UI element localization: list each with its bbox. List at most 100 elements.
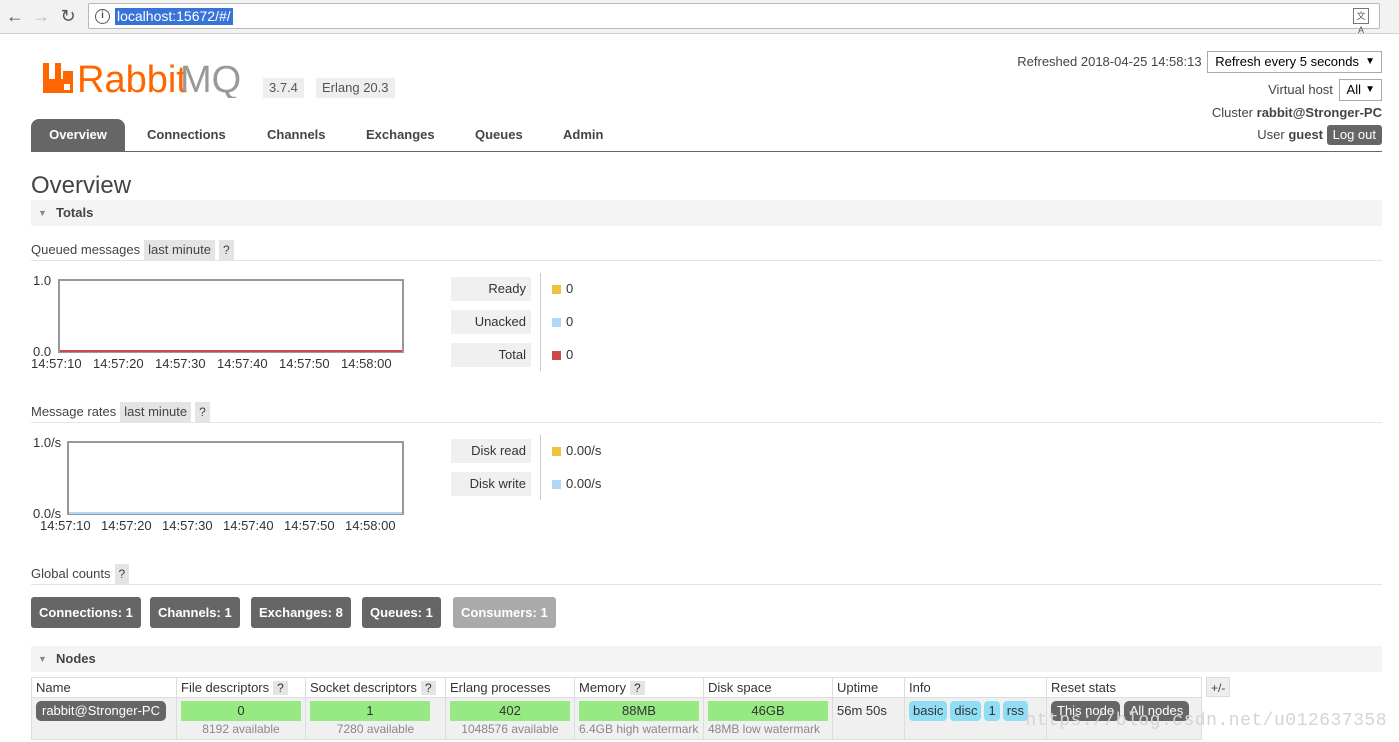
column-header-label: File descriptors: [181, 680, 270, 695]
x-tick-label: 14:57:30: [162, 518, 213, 533]
divider: [31, 584, 1382, 585]
help-icon[interactable]: ?: [219, 240, 234, 260]
info-badge[interactable]: rss: [1002, 701, 1029, 721]
column-header: Memory?: [574, 677, 704, 698]
usage-subtext: 1048576 available: [461, 722, 559, 736]
node-name-cell: rabbit@Stronger-PC: [31, 697, 177, 740]
forward-arrow-icon[interactable]: →: [30, 5, 52, 27]
nav-divider: [31, 151, 1382, 152]
divider: [31, 422, 1382, 423]
usage-bar: 402: [450, 701, 570, 721]
logout-button[interactable]: Log out: [1326, 125, 1382, 145]
vhost-select-value: All: [1346, 82, 1361, 97]
column-header: Disk space: [703, 677, 833, 698]
help-icon[interactable]: ?: [629, 681, 645, 695]
cluster-label: Cluster: [1211, 105, 1254, 120]
legend-swatch: [552, 318, 561, 327]
refresh-select-value: Refresh every 5 seconds: [1215, 54, 1359, 69]
x-tick-label: 14:57:10: [31, 356, 82, 371]
tab-connections[interactable]: Connections: [132, 119, 241, 151]
x-tick-label: 14:57:50: [279, 356, 330, 371]
help-icon[interactable]: ?: [114, 564, 130, 584]
queued-messages-chart: 1.0 0.0 14:57:10 14:57:20 14:57:30 14:57:40…: [31, 273, 404, 371]
consumers-count-button[interactable]: Consumers: 1: [453, 597, 556, 628]
x-tick-label: 14:58:00: [341, 356, 392, 371]
svg-text:MQ: MQ: [180, 59, 241, 98]
message-rates-chart: 1.0/s 0.0/s 14:57:10 14:57:20 14:57:30 14:5…: [33, 435, 404, 533]
legend-value: 0.00/s: [566, 476, 602, 491]
info-badge[interactable]: disc: [950, 701, 982, 721]
url-text[interactable]: localhost:15672/#/: [115, 8, 233, 25]
file-descriptors-cell: 0 8192 available: [176, 697, 306, 740]
rabbitmq-logo: Rabbit MQ: [41, 58, 241, 101]
legend-label: Ready: [451, 277, 531, 301]
exchanges-count-button[interactable]: Exchanges: 8: [251, 597, 351, 628]
global-counts-label: Global counts: [31, 566, 111, 581]
plot-area: [67, 441, 404, 515]
range-selector[interactable]: last minute: [120, 402, 192, 422]
legend-value: 0: [566, 314, 574, 329]
column-header: Socket descriptors?: [305, 677, 446, 698]
legend-total: Total 0: [451, 343, 611, 367]
legend-value: 0: [566, 281, 574, 296]
node-link[interactable]: rabbit@Stronger-PC: [36, 701, 166, 721]
legend-label: Disk read: [451, 439, 531, 463]
queued-messages-label: Queued messages: [31, 242, 141, 257]
usage-bar: 88MB: [579, 701, 699, 721]
tab-overview[interactable]: Overview: [31, 119, 125, 151]
queued-messages-heading: Queued messages last minute?: [31, 240, 234, 260]
range-selector[interactable]: last minute: [144, 240, 215, 260]
queues-count-button[interactable]: Queues: 1: [362, 597, 441, 628]
usage-subtext: 7280 available: [336, 722, 415, 736]
totals-section-toggle[interactable]: ▼ Totals: [31, 200, 1382, 226]
usage-bar: 46GB: [708, 701, 828, 721]
back-arrow-icon[interactable]: ←: [4, 5, 26, 27]
x-tick-label: 14:57:20: [101, 518, 152, 533]
info-badge[interactable]: 1: [984, 701, 1000, 721]
x-tick-label: 14:58:00: [345, 518, 396, 533]
connections-count-button[interactable]: Connections: 1: [31, 597, 141, 628]
message-rates-heading: Message rates last minute?: [31, 402, 210, 422]
y-tick-label: 1.0: [33, 273, 51, 288]
message-rates-label: Message rates: [31, 404, 117, 419]
x-tick-label: 14:57:40: [217, 356, 268, 371]
memory-cell: 88MB 6.4GB high watermark: [574, 697, 704, 740]
translate-icon[interactable]: 文A: [1353, 8, 1369, 35]
watermark: https://blog.csdn.net/u012637358: [1025, 711, 1387, 731]
global-counts-heading: Global counts?: [31, 564, 130, 584]
table-header-row: Name File descriptors? Socket descriptor…: [31, 677, 1202, 698]
refresh-select[interactable]: Refresh every 5 seconds ▼: [1207, 51, 1382, 73]
address-bar[interactable]: i localhost:15672/#/ 文A: [88, 3, 1380, 35]
tab-admin[interactable]: Admin: [548, 119, 618, 151]
legend-swatch: [552, 285, 561, 294]
user-label: User: [1257, 127, 1285, 142]
usage-subtext: 48MB low watermark: [708, 722, 821, 736]
help-icon[interactable]: ?: [273, 681, 288, 695]
tab-exchanges[interactable]: Exchanges: [351, 119, 450, 151]
help-icon[interactable]: ?: [420, 681, 436, 695]
x-tick-label: 14:57:40: [223, 518, 274, 533]
info-badge[interactable]: basic: [909, 701, 948, 721]
queued-messages-legend: Ready 0 Unacked 0 Total 0: [451, 273, 611, 373]
column-toggle-button[interactable]: +/-: [1206, 677, 1231, 697]
caret-down-icon: ▼: [1365, 56, 1375, 67]
cluster-name: rabbit@Stronger-PC: [1256, 105, 1382, 120]
info-icon[interactable]: i: [95, 9, 110, 24]
nodes-section-toggle[interactable]: ▼ Nodes: [31, 646, 1382, 672]
legend-swatch: [552, 447, 561, 456]
header-status: Refreshed 2018-04-25 14:58:13 Refresh ev…: [962, 51, 1382, 146]
reload-icon[interactable]: ↻: [57, 5, 79, 27]
column-header: Name: [31, 677, 177, 698]
legend-swatch: [552, 351, 561, 360]
help-icon[interactable]: ?: [195, 402, 210, 422]
tab-queues[interactable]: Queues: [460, 119, 538, 151]
tab-channels[interactable]: Channels: [252, 119, 341, 151]
vhost-select[interactable]: All ▼: [1338, 79, 1382, 101]
nodes-title: Nodes: [56, 651, 96, 666]
legend-ready: Ready 0: [451, 277, 611, 301]
legend-unacked: Unacked 0: [451, 310, 611, 334]
vhost-label: Virtual host: [1268, 82, 1333, 97]
x-tick-label: 14:57:30: [155, 356, 206, 371]
legend-value: 0: [566, 347, 574, 362]
channels-count-button[interactable]: Channels: 1: [150, 597, 240, 628]
